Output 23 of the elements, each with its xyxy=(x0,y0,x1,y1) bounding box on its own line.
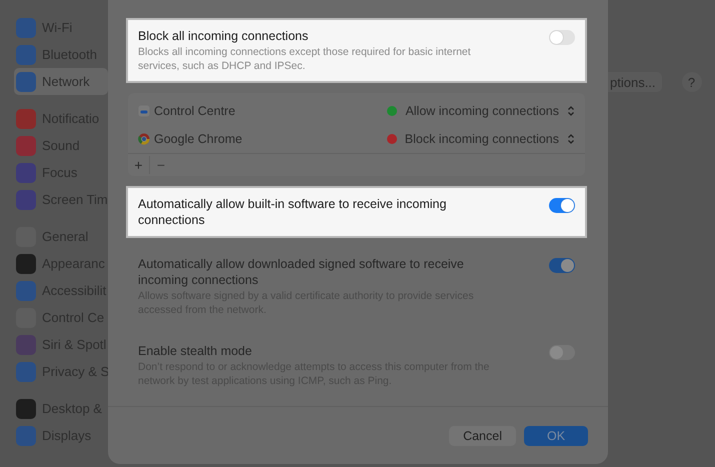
chevron-icon xyxy=(567,133,575,145)
setting-title: Automatically allow built-in software to receive incoming connections xyxy=(138,196,448,228)
status-dropdown[interactable]: Allow incoming connections xyxy=(387,104,575,118)
add-button[interactable]: + xyxy=(128,156,150,174)
help-button[interactable]: ? xyxy=(682,72,702,92)
toggle-switch[interactable] xyxy=(549,258,575,273)
toggle-switch[interactable] xyxy=(549,345,575,360)
switches-icon xyxy=(138,105,150,117)
cancel-button[interactable]: Cancel xyxy=(449,426,516,446)
toggle-switch[interactable] xyxy=(549,30,575,45)
chevron-icon xyxy=(567,105,575,117)
ok-button[interactable]: OK xyxy=(524,426,588,446)
app-name: Google Chrome xyxy=(138,132,242,146)
remove-button[interactable]: − xyxy=(150,156,172,174)
setting-title: Automatically allow downloaded signed software to receive incoming connections xyxy=(138,256,465,288)
sidebar-item[interactable]: Network xyxy=(14,68,108,95)
browser-icon xyxy=(138,133,150,145)
app-name: Control Centre xyxy=(138,104,236,118)
setting-title: Block all incoming connections xyxy=(138,28,310,44)
setting-description: Blocks all incoming connections except those required for basic internet services, such as DHCP and IPSec. xyxy=(138,45,472,73)
status-dropdown[interactable]: Block incoming connections xyxy=(386,132,575,146)
setting-title: Enable stealth mode xyxy=(138,343,253,359)
toggle-switch[interactable] xyxy=(549,198,575,213)
